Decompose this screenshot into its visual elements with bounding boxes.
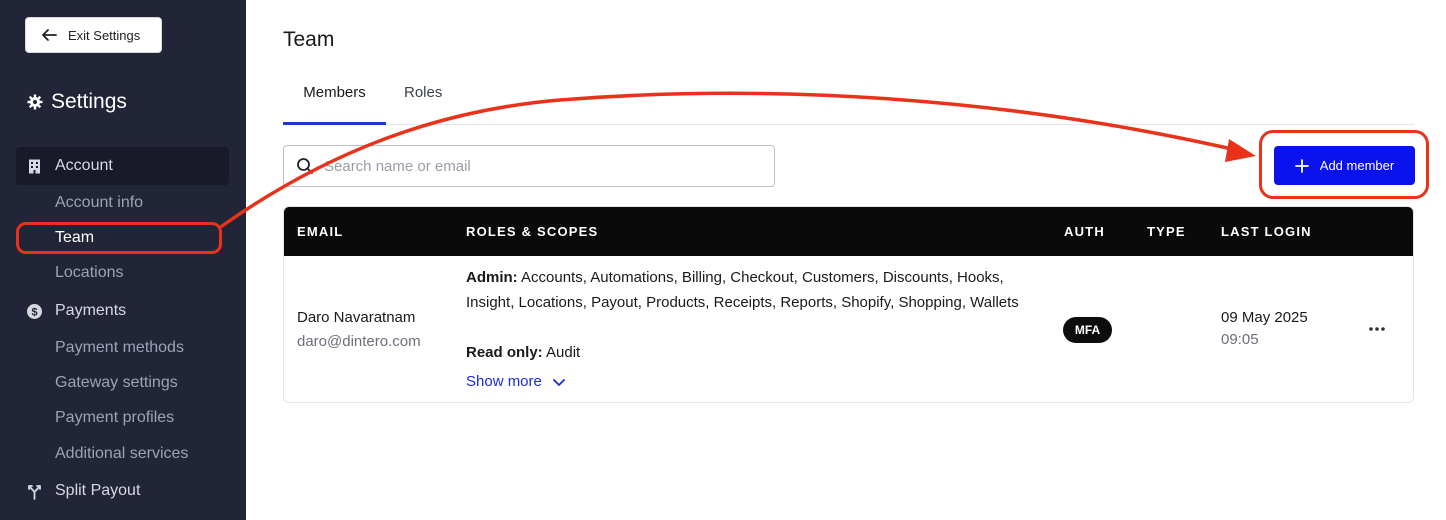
sidebar-item-account-info[interactable]: Account info: [55, 194, 143, 212]
members-table: EMAIL ROLES & SCOPES AUTH TYPE LAST LOGI…: [283, 206, 1414, 403]
dollar-circle-icon: $: [27, 303, 42, 319]
sidebar-group-label: Payments: [55, 302, 127, 319]
column-header-type: TYPE: [1147, 224, 1186, 239]
sidebar: Exit Settings Settings Account Account i…: [0, 0, 246, 520]
team-annotation-highlight: [16, 222, 222, 254]
search-input[interactable]: [324, 157, 754, 175]
search-icon: [297, 158, 313, 174]
sidebar-group-label: Split Payout: [55, 482, 141, 499]
last-login-date: 09 May 2025: [1221, 309, 1308, 326]
admin-label: Admin:: [466, 269, 518, 286]
column-header-roles: ROLES & SCOPES: [466, 224, 599, 239]
settings-title: Settings: [51, 90, 127, 113]
sidebar-item-locations[interactable]: Locations: [55, 264, 124, 282]
readonly-scopes: Read only: Audit: [466, 344, 580, 361]
table-header: EMAIL ROLES & SCOPES AUTH TYPE LAST LOGI…: [284, 207, 1413, 256]
exit-settings-button[interactable]: Exit Settings: [25, 17, 162, 53]
sidebar-group-account[interactable]: Account: [16, 147, 229, 185]
readonly-scope-list: Audit: [546, 344, 581, 361]
sidebar-group-split-payout[interactable]: Split Payout: [16, 472, 229, 510]
admin-scopes: Admin: Accounts, Automations, Billing, C…: [466, 266, 1026, 315]
last-login-time: 09:05: [1221, 331, 1259, 348]
chevron-down-icon: [552, 378, 565, 386]
more-horizontal-icon: [1369, 327, 1385, 331]
admin-scope-list: Accounts, Automations, Billing, Checkout…: [466, 269, 1019, 311]
gear-icon: [27, 94, 43, 110]
tab-bar: Members Roles: [283, 78, 1414, 125]
page-title: Team: [283, 28, 335, 51]
search-box[interactable]: [283, 145, 775, 187]
add-member-label: Add member: [1319, 158, 1395, 173]
row-actions-button[interactable]: [1365, 319, 1389, 339]
sidebar-item-additional-services[interactable]: Additional services: [55, 445, 188, 463]
member-name: Daro Navaratnam: [297, 309, 416, 326]
column-header-email: EMAIL: [297, 224, 344, 239]
split-icon: [28, 484, 41, 500]
arrow-left-icon: [42, 29, 57, 41]
sidebar-item-payment-profiles[interactable]: Payment profiles: [55, 409, 174, 427]
member-email: daro@dintero.com: [297, 333, 421, 350]
add-member-button[interactable]: Add member: [1274, 146, 1415, 185]
tab-roles[interactable]: Roles: [404, 78, 442, 125]
column-header-auth: AUTH: [1064, 224, 1105, 239]
tab-members[interactable]: Members: [283, 78, 386, 125]
settings-heading: Settings: [27, 90, 127, 114]
show-more-link[interactable]: Show more: [466, 373, 566, 390]
exit-settings-label: Exit Settings: [68, 27, 141, 43]
show-more-label: Show more: [466, 373, 542, 390]
sidebar-item-payment-methods[interactable]: Payment methods: [55, 339, 184, 357]
building-icon: [29, 159, 40, 173]
sidebar-group-payments[interactable]: $ Payments: [16, 292, 229, 330]
column-header-last-login: LAST LOGIN: [1221, 224, 1312, 239]
auth-badge: MFA: [1063, 317, 1112, 343]
readonly-label: Read only:: [466, 344, 543, 361]
plus-icon: [1294, 158, 1309, 173]
sidebar-group-label: Account: [55, 157, 113, 174]
sidebar-item-gateway-settings[interactable]: Gateway settings: [55, 374, 178, 392]
svg-text:$: $: [31, 306, 37, 318]
